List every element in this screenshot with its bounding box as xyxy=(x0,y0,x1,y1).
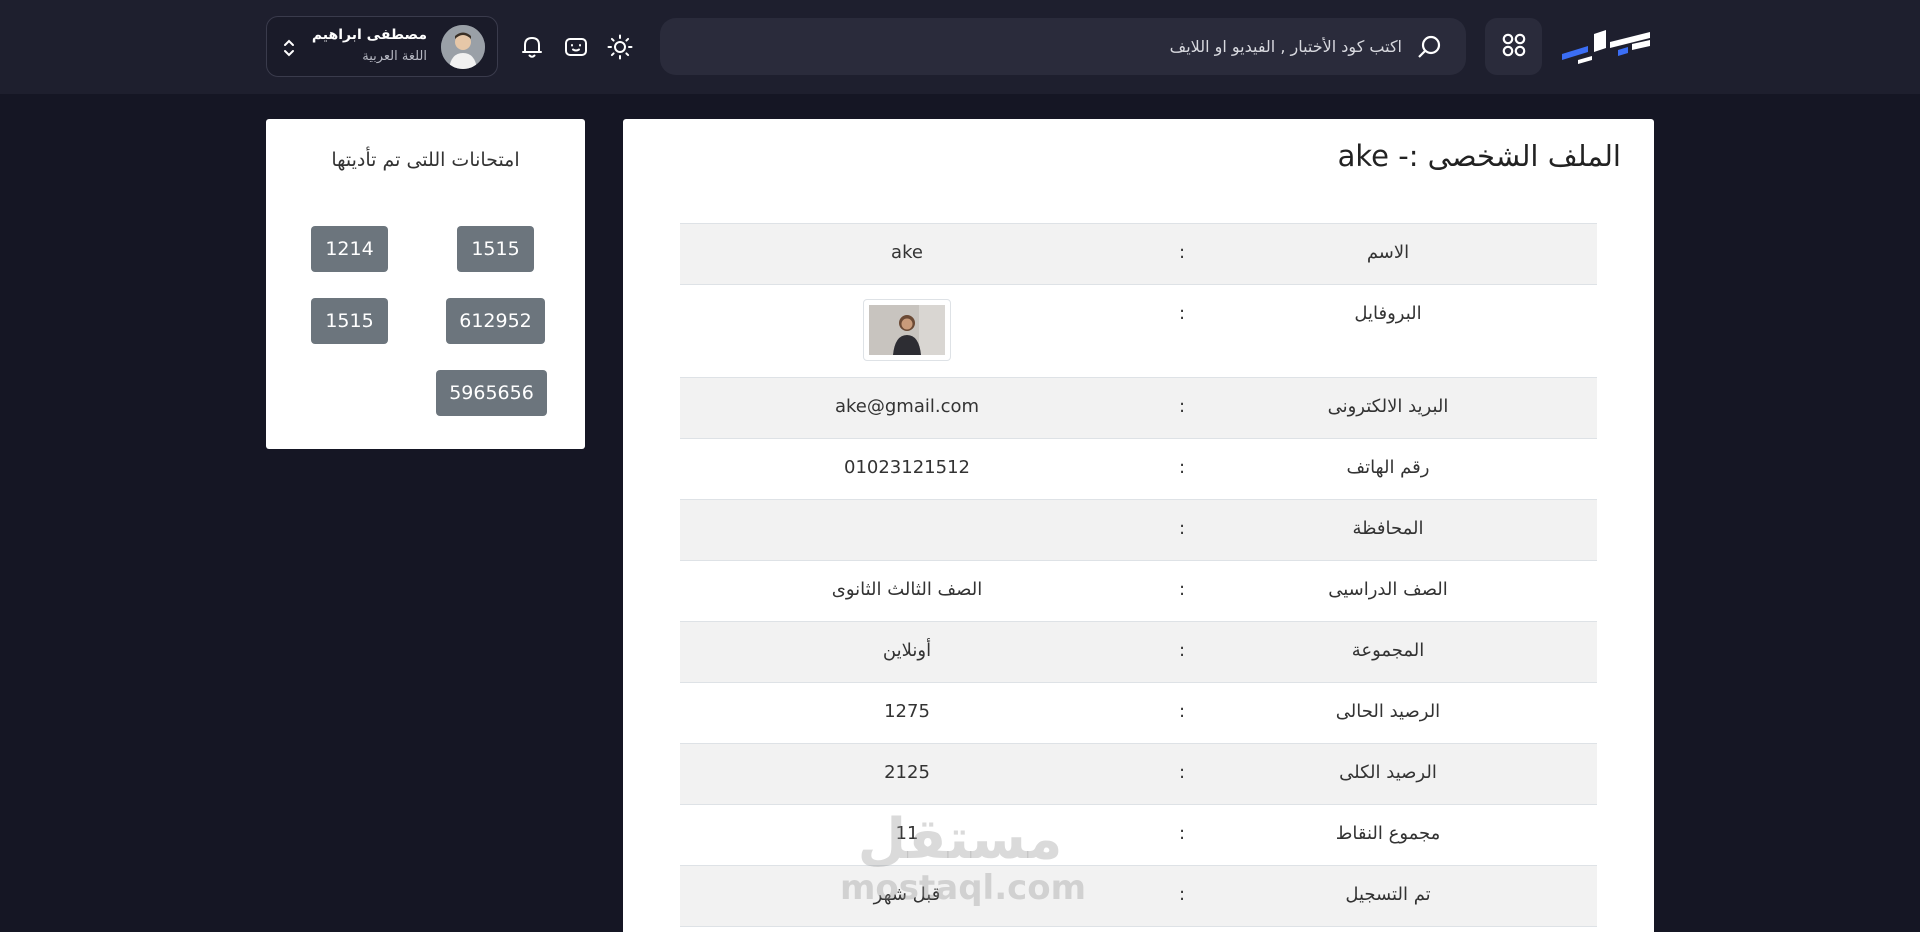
row-value: 2125 xyxy=(884,762,930,783)
search-icon[interactable] xyxy=(1416,33,1444,61)
row-label: الصف الدراسيى xyxy=(1328,579,1448,600)
exam-code-button[interactable]: 1214 xyxy=(311,226,388,272)
apps-grid-icon xyxy=(1501,32,1527,62)
row-colon: : xyxy=(1178,396,1186,417)
profile-row-name: الاسم : ake xyxy=(680,224,1597,285)
search-bar[interactable] xyxy=(660,18,1466,75)
row-label: مجموع النقاط xyxy=(1335,823,1441,844)
row-value: أونلاين xyxy=(882,640,932,661)
exam-code-button[interactable]: 5965656 xyxy=(436,370,547,416)
profile-row-total-balance: الرصيد الكلى : 2125 xyxy=(680,744,1597,805)
profile-row-current-balance: الرصيد الحالى : 1275 xyxy=(680,683,1597,744)
search-input[interactable] xyxy=(902,37,1402,56)
row-colon: : xyxy=(1178,884,1186,905)
profile-row-phone: رقم الهاتف : 01023121512 xyxy=(680,439,1597,500)
row-colon: : xyxy=(1178,823,1186,844)
row-label: المجموعة xyxy=(1351,640,1425,661)
row-value: قبل شهر xyxy=(873,884,941,905)
row-label: الاسم xyxy=(1366,242,1410,263)
user-subject: اللغة العربية xyxy=(362,49,427,64)
user-menu[interactable]: مصطفى ابراهيم اللغة العربية xyxy=(266,16,498,77)
profile-row-picture: البروفايل : xyxy=(680,285,1597,378)
row-colon: : xyxy=(1178,762,1186,783)
row-colon: : xyxy=(1178,303,1186,324)
row-label: الرصيد الكلى xyxy=(1339,762,1437,783)
bell-icon[interactable] xyxy=(518,33,546,61)
exams-title: امتحانات اللتى تم تأديتها xyxy=(331,149,520,171)
row-value: 01023121512 xyxy=(844,457,970,478)
row-value: 11 xyxy=(895,823,919,844)
user-name: مصطفى ابراهيم xyxy=(311,27,427,43)
apps-button[interactable] xyxy=(1485,18,1542,75)
row-label: البروفايل xyxy=(1354,303,1422,324)
profile-title: الملف الشخصى :- ake xyxy=(1337,139,1621,173)
row-value: الصف الثالث الثانوى xyxy=(831,579,983,600)
exams-card: امتحانات اللتى تم تأديتها 1515 1214 6129… xyxy=(266,119,585,449)
chat-icon[interactable] xyxy=(562,33,590,61)
row-label: البريد الالكترونى xyxy=(1327,396,1449,417)
profile-table: الاسم : ake البروفايل : البريد الالكترون… xyxy=(680,223,1597,927)
row-colon: : xyxy=(1178,457,1186,478)
profile-card: الملف الشخصى :- ake الاسم : ake البروفاي… xyxy=(623,119,1654,932)
exam-code-button[interactable]: 1515 xyxy=(311,298,388,344)
profile-row-points: مجموع النقاط : 11 xyxy=(680,805,1597,866)
row-value: ake xyxy=(891,242,923,263)
row-label: المحافظة xyxy=(1352,518,1424,539)
row-colon: : xyxy=(1178,701,1186,722)
profile-row-grade: الصف الدراسيى : الصف الثالث الثانوى xyxy=(680,561,1597,622)
exam-code-button[interactable]: 612952 xyxy=(446,298,545,344)
sun-icon[interactable] xyxy=(606,33,634,61)
exam-code-button[interactable]: 1515 xyxy=(457,226,534,272)
profile-row-governorate: المحافظة : xyxy=(680,500,1597,561)
row-label: رقم الهاتف xyxy=(1346,457,1430,478)
avatar xyxy=(441,25,485,69)
brand-logo[interactable] xyxy=(1558,24,1654,66)
row-value: 1275 xyxy=(884,701,930,722)
row-value: ake@gmail.com xyxy=(834,396,980,417)
row-colon: : xyxy=(1178,242,1186,263)
profile-row-group: المجموعة : أونلاين xyxy=(680,622,1597,683)
profile-row-registered: تم التسجيل : قبل شهر xyxy=(680,866,1597,927)
profile-row-email: البريد الالكترونى : ake@gmail.com xyxy=(680,378,1597,439)
row-colon: : xyxy=(1178,518,1186,539)
row-label: تم التسجيل xyxy=(1345,884,1431,905)
row-colon: : xyxy=(1178,640,1186,661)
row-colon: : xyxy=(1178,579,1186,600)
row-label: الرصيد الحالى xyxy=(1335,701,1441,722)
chevron-up-down-icon[interactable] xyxy=(281,37,297,59)
top-header: مصطفى ابراهيم اللغة العربية xyxy=(0,0,1920,94)
profile-picture[interactable] xyxy=(863,299,951,361)
